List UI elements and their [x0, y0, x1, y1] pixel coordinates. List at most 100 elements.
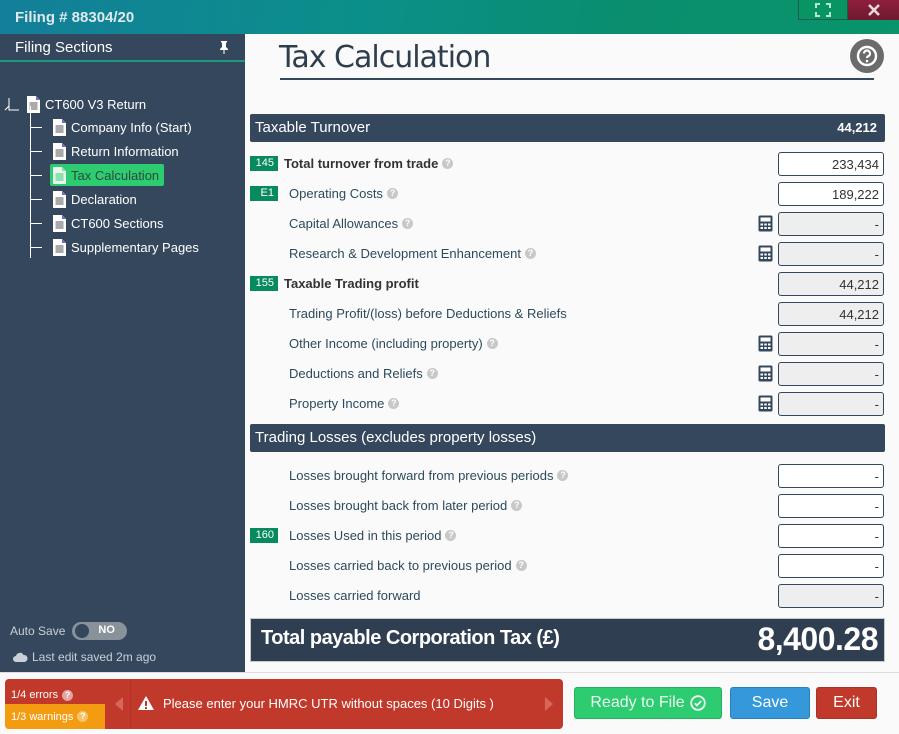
- field-label: Total turnover from trade?: [284, 156, 454, 171]
- document-icon: [27, 95, 40, 113]
- help-icon[interactable]: ?: [445, 530, 457, 541]
- calculator-icon[interactable]: [758, 365, 773, 387]
- help-icon[interactable]: ?: [511, 500, 523, 511]
- field-label: Taxable Trading profit: [284, 276, 419, 291]
- form-row: Deductions and Reliefs?: [250, 362, 885, 386]
- sidebar-item-declaration[interactable]: Declaration: [30, 188, 142, 210]
- amount-field[interactable]: [778, 554, 884, 578]
- ready-to-file-button[interactable]: Ready to File: [574, 687, 722, 719]
- validation-panel: 1/4 errors? 1/3 warnings? Please enter y…: [5, 679, 563, 729]
- section-title: Trading Losses (excludes property losses…: [255, 429, 537, 446]
- field-label: Trading Profit/(loss) before Deductions …: [289, 306, 567, 321]
- tree-connector-icon: [4, 98, 19, 111]
- field-label: Capital Allowances?: [289, 216, 414, 231]
- amount-field[interactable]: [778, 464, 884, 488]
- field-label: Operating Costs?: [289, 186, 398, 201]
- amount-field[interactable]: [778, 332, 884, 356]
- help-icon[interactable]: ?: [486, 338, 498, 349]
- help-icon[interactable]: ?: [442, 158, 454, 169]
- help-icon[interactable]: ?: [77, 711, 89, 722]
- help-icon[interactable]: ?: [515, 560, 527, 571]
- calculator-icon[interactable]: [758, 395, 773, 417]
- section-total: 44,212: [837, 120, 877, 135]
- tree-root-label: CT600 V3 Return: [45, 96, 147, 112]
- box-number-badge: 160: [250, 528, 278, 543]
- help-button[interactable]: [850, 39, 884, 73]
- amount-field[interactable]: [778, 152, 884, 176]
- amount-field[interactable]: [778, 392, 884, 416]
- tree-root[interactable]: CT600 V3 Return: [4, 92, 146, 116]
- field-label: Losses brought back from later period?: [289, 498, 523, 513]
- window-titlebar: Filing # 88304/20: [0, 0, 899, 34]
- sidebar-item-supplementary-pages[interactable]: Supplementary Pages: [30, 236, 204, 258]
- sidebar-item-company-info[interactable]: Company Info (Start): [30, 116, 197, 138]
- autosave-control: Auto Save NO: [10, 622, 128, 640]
- section-header: Taxable Turnover 44,212: [250, 114, 885, 142]
- sidebar-item-return-information[interactable]: Return Information: [30, 140, 184, 162]
- help-icon[interactable]: ?: [386, 188, 398, 199]
- amount-field[interactable]: [778, 182, 884, 206]
- amount-field[interactable]: [778, 212, 884, 236]
- form-row: 160 Losses Used in this period?: [250, 524, 885, 548]
- help-icon[interactable]: ?: [426, 368, 438, 379]
- autosave-toggle[interactable]: NO: [72, 622, 128, 640]
- exit-button[interactable]: Exit: [816, 687, 877, 719]
- form-row: Losses brought forward from previous per…: [250, 464, 885, 488]
- maximize-button[interactable]: [798, 0, 848, 20]
- next-message-arrow[interactable]: [545, 697, 553, 711]
- sidebar-item-label: Supplementary Pages: [71, 239, 199, 255]
- sidebar-item-tax-calculation[interactable]: Tax Calculation: [30, 164, 165, 186]
- total-payable-bar: Total payable Corporation Tax (£) 8,400.…: [250, 618, 885, 662]
- page-title: Tax Calculation: [279, 40, 491, 75]
- total-label: Total payable Corporation Tax (£): [261, 627, 560, 649]
- calculator-icon[interactable]: [758, 335, 773, 357]
- help-icon[interactable]: ?: [557, 470, 569, 481]
- field-label: Other Income (including property)?: [289, 336, 498, 351]
- box-number-badge: E1: [250, 186, 278, 201]
- document-icon: [53, 214, 66, 232]
- help-icon: [856, 45, 878, 67]
- amount-field[interactable]: [778, 584, 884, 608]
- calculator-icon[interactable]: [758, 215, 773, 237]
- sidebar-item-ct600-sections[interactable]: CT600 Sections: [30, 212, 169, 234]
- previous-message-arrow[interactable]: [115, 697, 123, 711]
- warnings-count[interactable]: 1/3 warnings?: [5, 704, 105, 729]
- amount-field[interactable]: [778, 242, 884, 266]
- form-row: 155 Taxable Trading profit: [250, 272, 885, 296]
- sidebar-item-label: Declaration: [71, 191, 137, 207]
- window-title: Filing # 88304/20: [15, 9, 135, 26]
- sidebar-header: Filing Sections: [0, 34, 245, 62]
- validation-message: Please enter your HMRC UTR without space…: [137, 695, 494, 711]
- form-row: Trading Profit/(loss) before Deductions …: [250, 302, 885, 326]
- field-label: Losses carried back to previous period?: [289, 558, 527, 573]
- sidebar-item-label: Tax Calculation: [71, 167, 160, 183]
- pin-icon[interactable]: [218, 40, 230, 54]
- help-icon[interactable]: ?: [388, 398, 400, 409]
- cloud-icon: [13, 652, 28, 662]
- field-label: Losses Used in this period?: [289, 528, 457, 543]
- last-saved-status: Last edit saved 2m ago: [12, 650, 156, 664]
- amount-field[interactable]: [778, 362, 884, 386]
- calculator-icon[interactable]: [758, 245, 773, 267]
- autosave-state: NO: [98, 624, 115, 636]
- field-label: Losses carried forward: [289, 588, 421, 603]
- field-label: Property Income?: [289, 396, 400, 411]
- document-icon: [53, 190, 66, 208]
- last-saved-text: Last edit saved 2m ago: [32, 650, 157, 664]
- amount-field[interactable]: [778, 524, 884, 548]
- amount-field[interactable]: [778, 302, 884, 326]
- help-icon[interactable]: ?: [524, 248, 536, 259]
- form-row: Losses carried back to previous period?: [250, 554, 885, 578]
- amount-field[interactable]: [778, 494, 884, 518]
- amount-field[interactable]: [778, 272, 884, 296]
- sidebar-item-label: Company Info (Start): [71, 119, 192, 135]
- help-icon[interactable]: ?: [62, 689, 74, 701]
- form-row: Losses brought back from later period?: [250, 494, 885, 518]
- warning-icon: [138, 696, 154, 710]
- help-icon[interactable]: ?: [402, 218, 414, 229]
- save-button[interactable]: Save: [730, 687, 810, 719]
- close-button[interactable]: [848, 0, 899, 20]
- field-label: Deductions and Reliefs?: [289, 366, 438, 381]
- sidebar-item-label: Return Information: [71, 143, 179, 159]
- errors-count[interactable]: 1/4 errors?: [5, 679, 105, 704]
